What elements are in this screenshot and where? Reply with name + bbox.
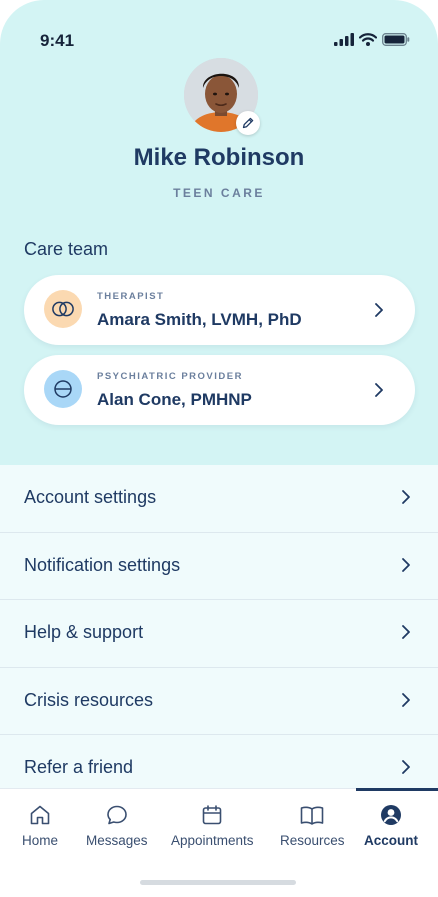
menu-item-notification-settings[interactable]: Notification settings (0, 532, 438, 600)
menu-item-label: Help & support (24, 622, 144, 642)
chat-bubble-icon (106, 805, 127, 825)
account-icon (381, 805, 401, 825)
menu-item-help-support[interactable]: Help & support (0, 600, 438, 668)
tab-label: Messages (86, 833, 148, 848)
battery-icon (382, 33, 410, 46)
menu-item-label: Refer a friend (24, 757, 134, 777)
home-icon (30, 805, 50, 825)
therapist-card[interactable]: THERAPIST Amara Smith, LVMH, PhD (24, 275, 415, 345)
tab-label: Resources (280, 833, 345, 848)
circle-minus-icon (54, 380, 72, 398)
psychiatric-provider-icon-badge (44, 370, 82, 408)
tab-label: Appointments (171, 833, 254, 848)
menu-item-label: Crisis resources (24, 689, 154, 710)
calendar-icon (202, 805, 222, 825)
intersecting-circles-icon (52, 301, 74, 317)
chevron-right-icon (402, 490, 410, 504)
edit-avatar-button[interactable] (236, 111, 260, 135)
home-indicator (140, 880, 296, 885)
wifi-icon (359, 33, 377, 46)
care-member-role: THERAPIST (97, 291, 165, 302)
chevron-right-icon (375, 383, 383, 397)
chevron-right-icon (402, 692, 410, 707)
care-member-name: Alan Cone, PMHNP (97, 390, 252, 409)
care-member-role: PSYCHIATRIC PROVIDER (97, 371, 243, 382)
active-tab-indicator (356, 788, 438, 791)
chevron-right-icon (402, 625, 410, 639)
book-icon (300, 806, 324, 825)
tab-label: Account (364, 833, 418, 848)
cellular-signal-icon (334, 33, 354, 46)
account-menu: Account settings Notification settings H… (0, 465, 438, 803)
menu-item-account-settings[interactable]: Account settings (0, 465, 438, 533)
status-icons (334, 33, 410, 46)
chevron-right-icon (402, 760, 410, 774)
tab-messages[interactable]: Messages (86, 803, 148, 848)
tab-account[interactable]: Account (364, 803, 418, 848)
tab-home[interactable]: Home (22, 803, 58, 848)
chevron-right-icon (375, 303, 383, 317)
status-time: 9:41 (40, 31, 75, 50)
tab-resources[interactable]: Resources (280, 803, 345, 848)
care-member-name: Amara Smith, LVMH, PhD (97, 310, 302, 329)
menu-item-label: Notification settings (24, 554, 181, 575)
profile-name: Mike Robinson (133, 144, 305, 171)
tab-appointments[interactable]: Appointments (171, 803, 254, 848)
menu-item-label: Account settings (24, 487, 157, 507)
tab-label: Home (22, 833, 59, 848)
psychiatric-provider-card[interactable]: PSYCHIATRIC PROVIDER Alan Cone, PMHNP (24, 355, 415, 425)
therapist-icon-badge (44, 290, 82, 328)
care-team-title: Care team (24, 239, 109, 259)
plan-label: TEEN CARE (173, 186, 265, 200)
phone-screen: 9:41 Mike Robinson TEEN CARE Care team T… (0, 0, 438, 897)
menu-item-crisis-resources[interactable]: Crisis resources (0, 667, 438, 735)
chevron-right-icon (402, 557, 410, 572)
pencil-icon (242, 117, 254, 129)
